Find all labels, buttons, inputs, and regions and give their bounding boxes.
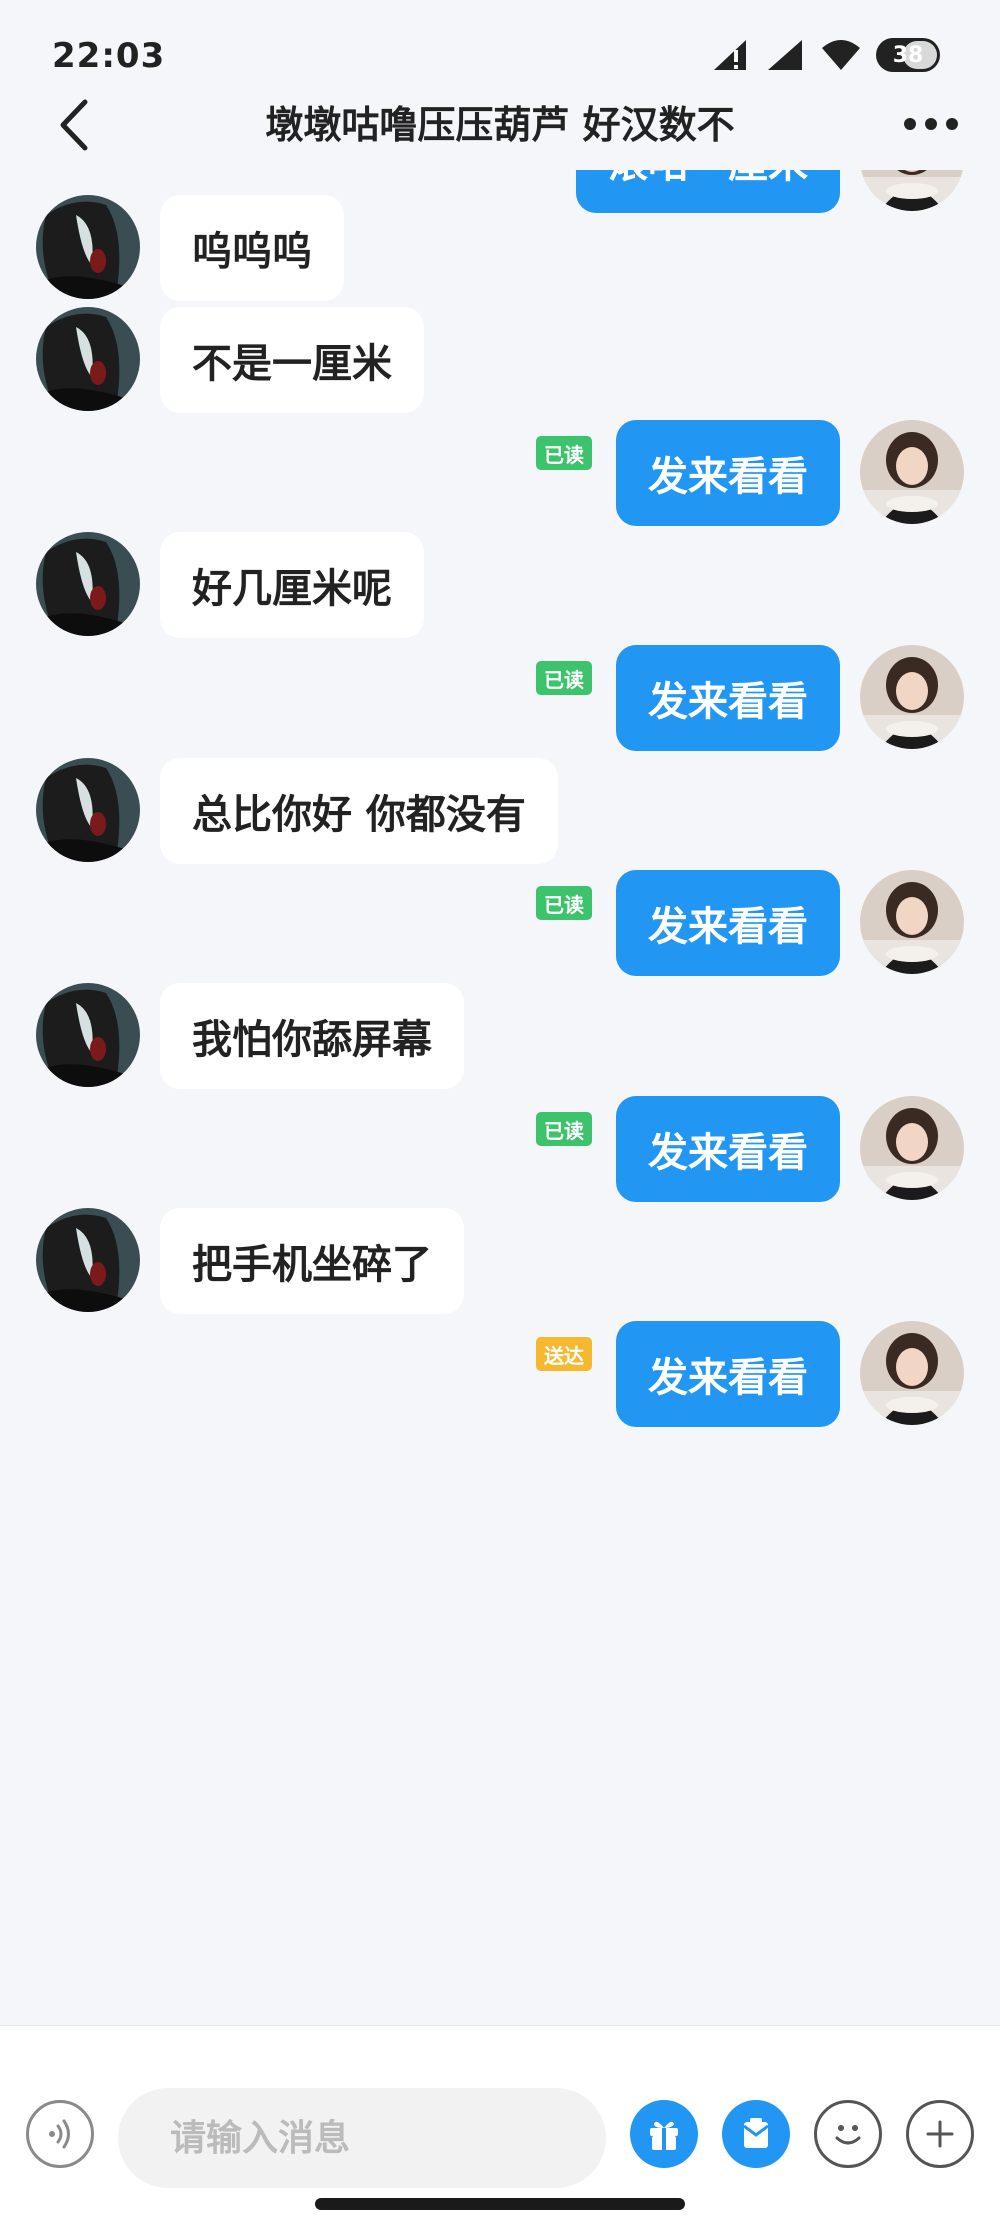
message-bubble[interactable]: 把手机坐碎了	[160, 1208, 464, 1314]
chat-header: 墩墩咕噜压压葫芦 好汉数不	[0, 80, 1000, 170]
message-row: 送达 发来看看	[0, 1321, 1000, 1441]
emoji-button[interactable]	[814, 2100, 882, 2168]
message-row: 好几厘米呢	[0, 532, 1000, 652]
more-dots-icon	[904, 118, 958, 130]
message-row: 已读 发来看看	[0, 1096, 1000, 1216]
message-bubble[interactable]: 好几厘米呢	[160, 532, 424, 638]
signal-icon	[768, 40, 802, 70]
read-status-badge: 已读	[536, 436, 592, 470]
read-status-badge: 已读	[536, 886, 592, 920]
message-row: 把手机坐碎了	[0, 1208, 1000, 1328]
message-row: 我怕你舔屏幕	[0, 983, 1000, 1103]
wifi-icon	[822, 40, 860, 70]
delivered-status-badge: 送达	[536, 1337, 592, 1371]
message-bubble[interactable]: 呜呜呜	[160, 195, 344, 301]
battery-icon: 38	[876, 38, 940, 72]
message-input[interactable]	[118, 2088, 606, 2188]
avatar[interactable]	[36, 307, 140, 411]
message-bubble[interactable]: 发来看看	[616, 1096, 840, 1202]
gift-icon	[650, 2121, 678, 2150]
avatar[interactable]	[36, 758, 140, 862]
message-bubble[interactable]: 发来看看	[616, 645, 840, 751]
status-time: 22:03	[52, 36, 166, 76]
message-bubble[interactable]: 不是一厘米	[160, 307, 424, 413]
message-row: 已读 发来看看	[0, 420, 1000, 540]
read-status-badge: 已读	[536, 1112, 592, 1146]
add-button[interactable]	[906, 2100, 974, 2168]
more-button[interactable]	[896, 94, 966, 154]
read-status-badge: 已读	[536, 661, 592, 695]
input-bar	[0, 2025, 1000, 2222]
message-bubble[interactable]: 我怕你舔屏幕	[160, 983, 464, 1089]
back-button[interactable]	[44, 90, 104, 160]
avatar[interactable]	[860, 645, 964, 749]
avatar[interactable]	[860, 1096, 964, 1200]
message-bubble[interactable]: 发来看看	[616, 1321, 840, 1427]
message-row: 已读 发来看看	[0, 645, 1000, 765]
home-indicator[interactable]	[315, 2198, 685, 2210]
avatar[interactable]	[860, 870, 964, 974]
message-row: 总比你好 你都没有	[0, 758, 1000, 878]
avatar[interactable]	[36, 195, 140, 299]
avatar[interactable]	[36, 1208, 140, 1312]
emoji-icon	[835, 2125, 861, 2145]
message-bubble[interactable]: 发来看看	[616, 420, 840, 526]
battery-level: 38	[892, 42, 924, 68]
gift-button[interactable]	[630, 2100, 698, 2168]
chevron-left-icon	[60, 99, 88, 151]
status-icons: 38	[712, 38, 940, 72]
message-list[interactable]: 滚咕一厘米 呜呜呜	[0, 170, 1000, 2025]
signal-alert-icon	[714, 40, 746, 70]
plus-icon	[926, 2120, 954, 2148]
message-bubble[interactable]: 发来看看	[616, 870, 840, 976]
avatar[interactable]	[36, 983, 140, 1087]
voice-icon	[49, 2119, 70, 2149]
message-bubble[interactable]: 总比你好 你都没有	[160, 758, 558, 864]
message-row: 不是一厘米	[0, 307, 1000, 427]
avatar[interactable]	[36, 532, 140, 636]
avatar[interactable]	[860, 420, 964, 524]
message-row: 已读 发来看看	[0, 870, 1000, 990]
message-row: 呜呜呜	[0, 195, 1000, 315]
voice-button[interactable]	[26, 2100, 94, 2168]
chat-title: 墩墩咕噜压压葫芦 好汉数不	[265, 103, 735, 147]
red-packet-icon	[743, 2118, 769, 2148]
red-packet-button[interactable]	[722, 2100, 790, 2168]
avatar[interactable]	[860, 1321, 964, 1425]
